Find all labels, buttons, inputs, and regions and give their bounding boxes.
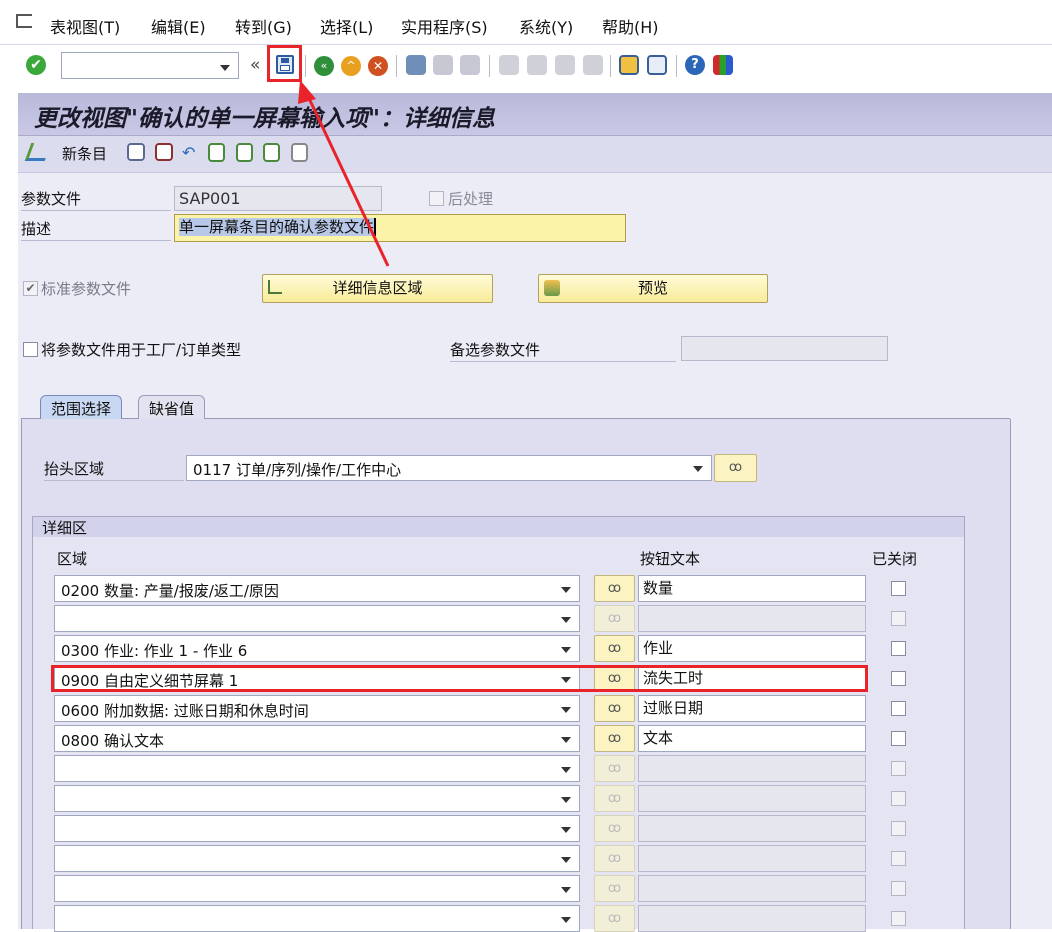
- annotation-arrow: [298, 80, 390, 267]
